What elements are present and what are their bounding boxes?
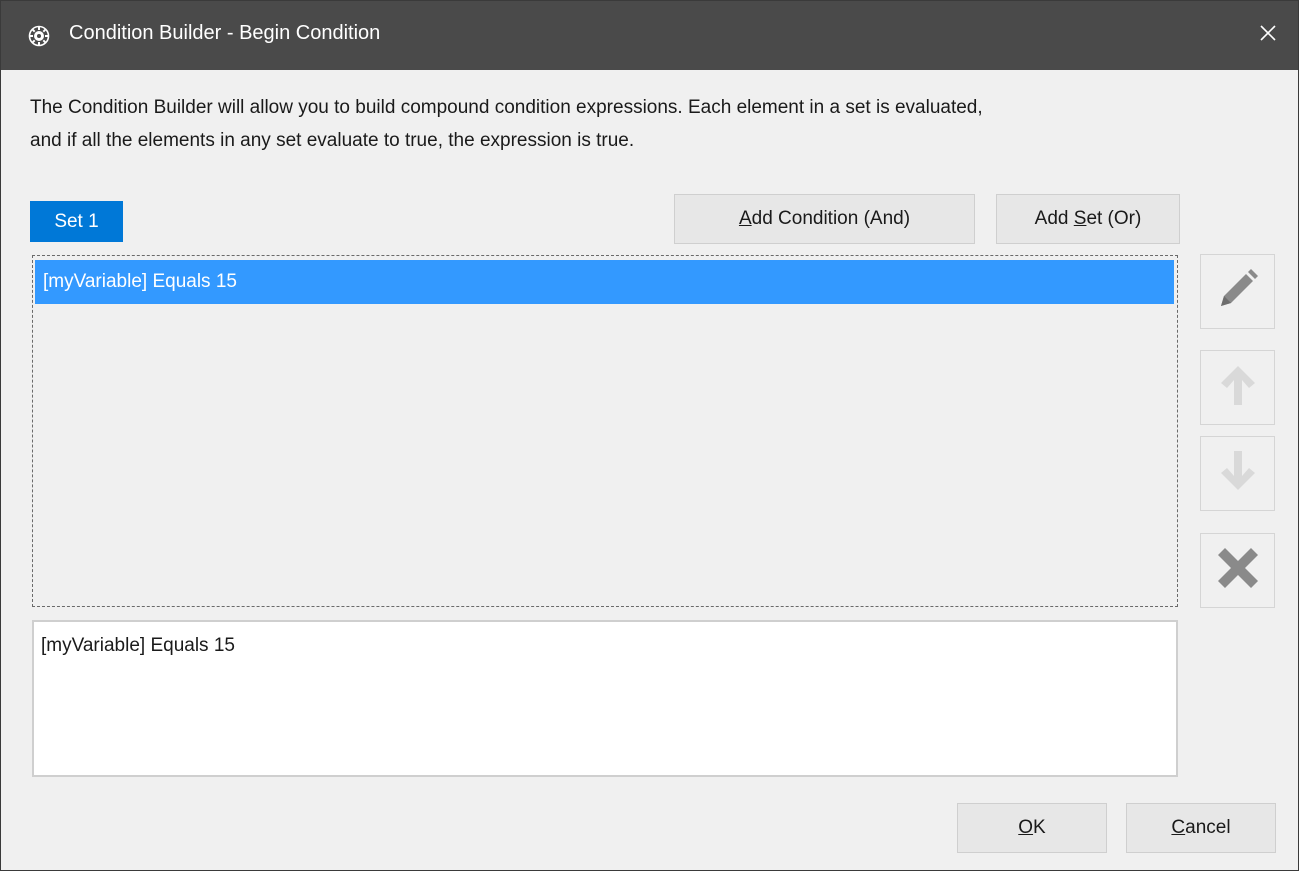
tab-set-1[interactable]: Set 1 [30,201,123,242]
arrow-down-icon [1218,448,1258,499]
ok-button[interactable]: OK [957,803,1107,853]
arrow-up-icon [1218,362,1258,413]
cancel-button[interactable]: Cancel [1126,803,1276,853]
mnemonic: O [1018,817,1034,838]
mnemonic: A [738,208,752,229]
pencil-icon [1215,266,1261,317]
delete-condition-button[interactable] [1200,533,1275,608]
title-bar: Condition Builder - Begin Condition [1,1,1298,70]
move-up-button[interactable] [1200,350,1275,425]
move-down-button[interactable] [1200,436,1275,511]
app-gear-icon [28,25,50,47]
condition-label: [myVariable] Equals 15 [43,271,237,292]
condition-list-item[interactable]: [myVariable] Equals 15 [35,260,1174,304]
button-label: ancel [1185,817,1231,838]
preview-text: [myVariable] Equals 15 [41,635,235,656]
edit-condition-button[interactable] [1200,254,1275,329]
delete-x-icon [1213,543,1263,598]
add-condition-button[interactable]: Add Condition (And) [674,194,975,244]
window-title: Condition Builder - Begin Condition [69,22,381,44]
condition-builder-dialog: Condition Builder - Begin Condition The … [0,0,1299,871]
description-line-2: and if all the elements in any set evalu… [30,130,635,151]
tab-label: Set 1 [54,210,99,232]
close-icon [1259,24,1277,47]
close-button[interactable] [1237,1,1298,70]
expression-preview: [myVariable] Equals 15 [32,620,1178,777]
mnemonic: C [1171,817,1186,838]
condition-list[interactable]: [myVariable] Equals 15 [32,255,1178,607]
add-set-button[interactable]: Add Set (Or) [996,194,1180,244]
button-label-prefix: Add [1034,208,1074,229]
button-label: dd Condition (And) [751,208,911,229]
description-text: The Condition Builder will allow you to … [30,91,1270,157]
button-label: K [1033,817,1046,838]
button-label: et (Or) [1086,208,1142,229]
description-line-1: The Condition Builder will allow you to … [30,97,983,118]
mnemonic: S [1073,208,1087,229]
